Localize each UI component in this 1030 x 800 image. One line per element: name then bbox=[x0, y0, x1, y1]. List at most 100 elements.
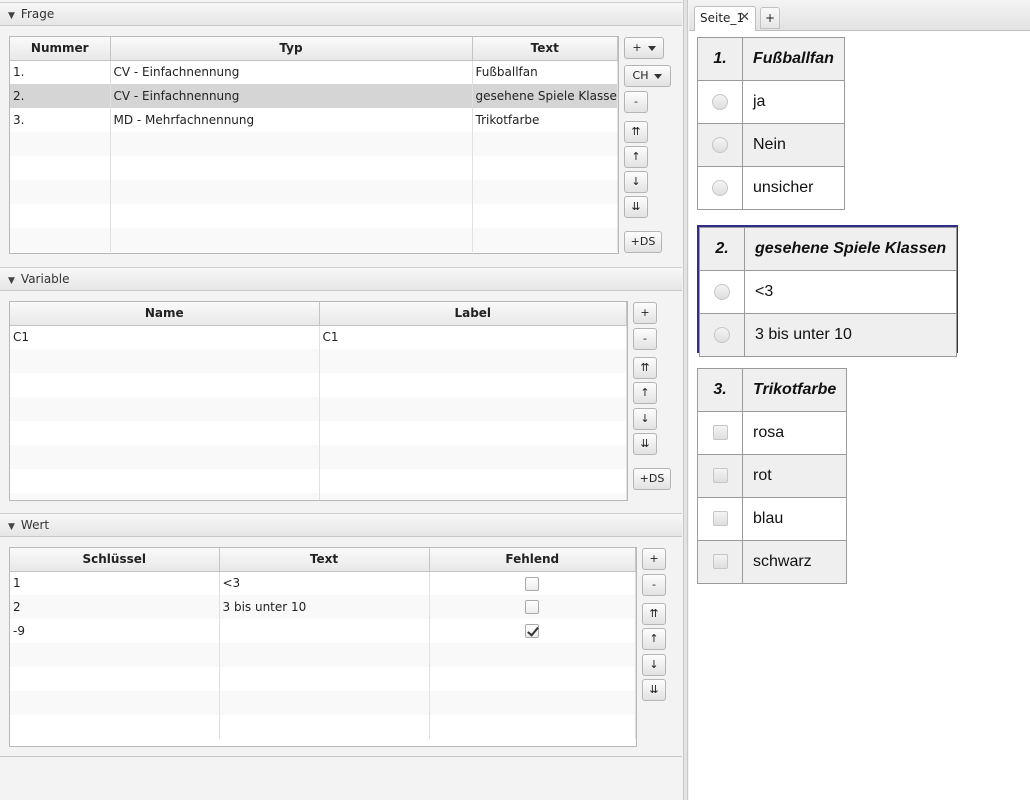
cell-schluessel: 1 bbox=[10, 571, 220, 595]
option-label: Nein bbox=[742, 123, 845, 167]
move-bottom-button[interactable]: ⇊ bbox=[624, 196, 648, 218]
question-number: 2. bbox=[699, 227, 745, 271]
radio-button[interactable] bbox=[712, 93, 728, 110]
checkbox[interactable] bbox=[712, 468, 728, 484]
cell-typ: CV - Einfachnennung bbox=[110, 60, 473, 84]
checkbox[interactable] bbox=[712, 425, 728, 441]
fehlend-checkbox[interactable] bbox=[525, 600, 540, 615]
cell-schluessel: -9 bbox=[10, 619, 220, 643]
radio-button[interactable] bbox=[712, 179, 728, 196]
remove-variable-button[interactable]: - bbox=[633, 328, 657, 350]
column-header-schluessel[interactable]: Schlüssel bbox=[10, 548, 220, 572]
editor-panel: ▼ Frage Nummer Typ Text 1. CV - Einfachne… bbox=[0, 0, 684, 800]
add-ds-button[interactable]: +DS bbox=[624, 231, 662, 253]
add-variable-button[interactable]: + bbox=[633, 302, 657, 324]
empty-row[interactable] bbox=[10, 204, 618, 228]
empty-row[interactable] bbox=[10, 397, 627, 421]
cell-text bbox=[219, 619, 430, 643]
empty-row[interactable] bbox=[10, 493, 627, 500]
table-row[interactable]: 1. CV - Einfachnennung Fußballfan bbox=[10, 60, 618, 84]
move-down-button[interactable]: ↓ bbox=[633, 408, 657, 430]
cell-fehlend bbox=[429, 619, 636, 643]
wert-section-body: Schlüssel Text Fehlend 1 <3 2 3 bis unte… bbox=[0, 537, 682, 757]
cell-nummer: 3. bbox=[10, 108, 111, 132]
move-up-button[interactable]: ↑ bbox=[633, 382, 657, 404]
fehlend-checkbox[interactable] bbox=[525, 576, 540, 591]
table-row[interactable]: 3. MD - Mehrfachnennung Trikotfarbe bbox=[10, 108, 618, 132]
column-header-nummer[interactable]: Nummer bbox=[10, 37, 111, 61]
empty-row[interactable] bbox=[10, 643, 636, 667]
move-top-button[interactable]: ⇈ bbox=[633, 357, 657, 379]
table-row[interactable]: 2 3 bis unter 10 bbox=[10, 595, 636, 619]
empty-row[interactable] bbox=[10, 667, 636, 691]
remove-question-button[interactable]: - bbox=[624, 91, 648, 113]
collapse-arrow-icon[interactable]: ▼ bbox=[8, 516, 15, 538]
option-label: schwarz bbox=[741, 540, 848, 584]
ch-dropdown-button[interactable]: CH bbox=[624, 65, 671, 87]
question-number: 1. bbox=[697, 37, 743, 81]
column-header-fehlend[interactable]: Fehlend bbox=[429, 548, 636, 572]
add-question-dropdown-button[interactable]: + bbox=[624, 37, 664, 59]
frage-table[interactable]: Nummer Typ Text 1. CV - Einfachnennung F… bbox=[9, 36, 619, 254]
option-label: <3 bbox=[743, 270, 958, 314]
table-row-selected[interactable]: 2. CV - Einfachnennung gesehene Spiele K… bbox=[10, 84, 618, 108]
add-tab-button[interactable]: + bbox=[760, 7, 780, 29]
split-pane-divider[interactable] bbox=[684, 0, 688, 800]
remove-value-button[interactable]: - bbox=[642, 574, 666, 596]
collapse-arrow-icon[interactable]: ▼ bbox=[8, 270, 15, 292]
table-row[interactable]: 1 <3 bbox=[10, 571, 636, 595]
radio-button[interactable] bbox=[714, 283, 730, 300]
column-header-typ[interactable]: Typ bbox=[110, 37, 473, 61]
empty-row[interactable] bbox=[10, 180, 618, 204]
empty-row[interactable] bbox=[10, 445, 627, 469]
move-down-button[interactable]: ↓ bbox=[624, 171, 648, 193]
move-up-button[interactable]: ↑ bbox=[642, 628, 666, 650]
move-bottom-button[interactable]: ⇊ bbox=[633, 433, 657, 455]
checkbox[interactable] bbox=[712, 554, 728, 570]
cell-nummer: 2. bbox=[10, 84, 111, 108]
empty-row[interactable] bbox=[10, 373, 627, 397]
empty-row[interactable] bbox=[10, 349, 627, 373]
cell-text: Trikotfarbe bbox=[472, 108, 618, 132]
frage-section-header[interactable]: ▼ Frage bbox=[0, 2, 682, 26]
empty-row[interactable] bbox=[10, 228, 618, 252]
column-header-name[interactable]: Name bbox=[10, 302, 320, 326]
empty-row[interactable] bbox=[10, 691, 636, 715]
add-value-button[interactable]: + bbox=[642, 548, 666, 570]
variable-table[interactable]: Name Label C1 C1 bbox=[9, 301, 628, 501]
question-block-3[interactable]: 3. Trikotfarbe rosa rot blau schwarz bbox=[697, 368, 848, 584]
option-label: blau bbox=[741, 497, 848, 541]
tab-seite-1[interactable]: Seite_1 ✕ bbox=[694, 6, 756, 31]
radio-button[interactable] bbox=[714, 326, 730, 343]
question-block-2[interactable]: 2. gesehene Spiele Klassen <3 3 bis unte… bbox=[699, 227, 958, 357]
question-title: gesehene Spiele Klassen bbox=[743, 227, 958, 271]
table-row[interactable]: -9 bbox=[10, 619, 636, 643]
table-row[interactable]: C1 C1 bbox=[10, 325, 627, 349]
empty-row[interactable] bbox=[10, 132, 618, 156]
column-header-label[interactable]: Label bbox=[319, 302, 627, 326]
move-down-button[interactable]: ↓ bbox=[642, 654, 666, 676]
move-top-button[interactable]: ⇈ bbox=[642, 603, 666, 625]
variable-section-header[interactable]: ▼ Variable bbox=[0, 267, 682, 291]
collapse-arrow-icon[interactable]: ▼ bbox=[8, 5, 15, 27]
cell-label: C1 bbox=[319, 325, 627, 349]
add-ds-button[interactable]: +DS bbox=[633, 468, 671, 490]
column-header-text[interactable]: Text bbox=[472, 37, 618, 61]
move-top-button[interactable]: ⇈ bbox=[624, 121, 648, 143]
option-label: 3 bis unter 10 bbox=[743, 313, 958, 357]
wert-table[interactable]: Schlüssel Text Fehlend 1 <3 2 3 bis unte… bbox=[9, 547, 637, 747]
column-header-text[interactable]: Text bbox=[219, 548, 430, 572]
fehlend-checkbox-checked[interactable] bbox=[525, 624, 540, 639]
empty-row[interactable] bbox=[10, 156, 618, 180]
empty-row[interactable] bbox=[10, 469, 627, 493]
empty-row[interactable] bbox=[10, 715, 636, 739]
question-block-1[interactable]: 1. Fußballfan ja Nein unsicher bbox=[697, 37, 845, 210]
move-up-button[interactable]: ↑ bbox=[624, 146, 648, 168]
empty-row[interactable] bbox=[10, 421, 627, 445]
close-icon[interactable]: ✕ bbox=[739, 7, 750, 29]
move-bottom-button[interactable]: ⇊ bbox=[642, 679, 666, 701]
radio-button[interactable] bbox=[712, 136, 728, 153]
wert-section-header[interactable]: ▼ Wert bbox=[0, 513, 682, 537]
cell-fehlend bbox=[429, 595, 636, 619]
checkbox[interactable] bbox=[712, 511, 728, 527]
